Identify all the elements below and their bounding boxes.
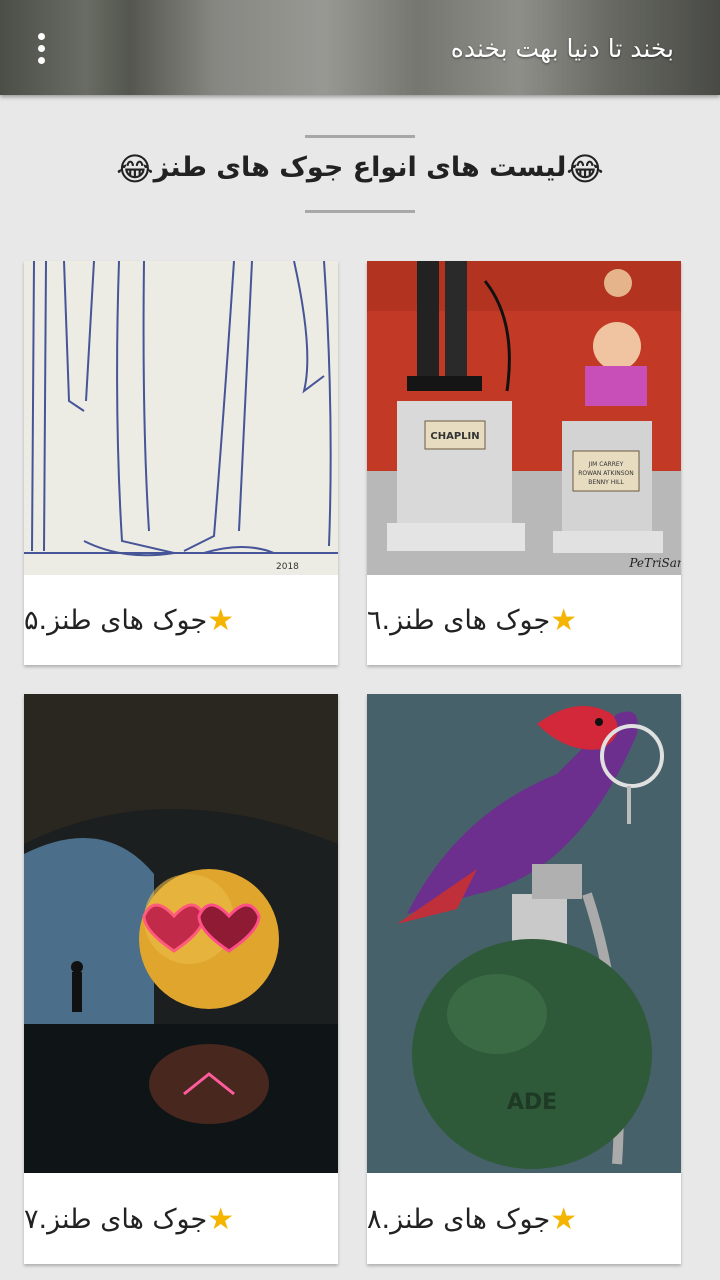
joke-card[interactable]: ADE ★ جوک های طنز.۸ <box>367 694 681 1264</box>
card-image-statues: CHAPLIN JIM CARREY ROWAN ATKINSON BENNY … <box>367 261 681 575</box>
more-menu-button[interactable] <box>24 30 58 66</box>
star-icon: ★ <box>207 602 235 638</box>
card-caption: ★ جوک های طنز.۵ <box>24 575 338 665</box>
svg-text:ROWAN ATKINSON: ROWAN ATKINSON <box>578 470 634 477</box>
joke-card[interactable]: 2018 ★ جوک های طنز.۵ <box>24 261 338 665</box>
heading-bottom-divider <box>305 210 415 213</box>
card-title: جوک های طنز.۷ <box>24 1203 208 1235</box>
star-icon: ★ <box>550 1201 578 1237</box>
card-title: جوک های طنز.٦ <box>367 604 551 636</box>
svg-text:ADE: ADE <box>507 1090 557 1115</box>
laughing-emoji-icon: 😂 <box>566 150 604 188</box>
section-heading: 😂لیست های انواع جوک های طنز😂 <box>0 150 720 188</box>
app-title: بخند تا دنیا بهت بخنده <box>450 34 674 63</box>
bird-grenade-image: ADE <box>367 694 681 1173</box>
section-heading-text: لیست های انواع جوک های طنز <box>153 152 567 183</box>
card-image-sketch: 2018 <box>24 261 338 575</box>
joke-card[interactable]: CHAPLIN JIM CARREY ROWAN ATKINSON BENNY … <box>367 261 681 665</box>
joke-card[interactable]: ★ جوک های طنز.۷ <box>24 694 338 1264</box>
heart-eyes-cave-image <box>24 694 338 1173</box>
statue-caricature-image: CHAPLIN JIM CARREY ROWAN ATKINSON BENNY … <box>367 261 681 575</box>
svg-text:2018: 2018 <box>276 562 299 572</box>
star-icon: ★ <box>550 602 578 638</box>
card-caption: ★ جوک های طنز.۷ <box>24 1174 338 1264</box>
heading-top-divider <box>305 135 415 138</box>
card-title: جوک های طنز.۵ <box>24 604 208 636</box>
more-vert-icon <box>37 32 45 40</box>
star-icon: ★ <box>207 1201 235 1237</box>
card-image-bird: ADE <box>367 694 681 1173</box>
svg-text:JIM CARREY: JIM CARREY <box>588 461 624 468</box>
card-caption: ★ جوک های طنز.۸ <box>367 1174 681 1264</box>
card-image-cave <box>24 694 338 1173</box>
svg-text:BENNY HILL: BENNY HILL <box>588 479 624 486</box>
svg-text:PeTriSan: PeTriSan <box>628 556 681 570</box>
pencil-sketch-image: 2018 <box>24 261 338 575</box>
card-caption: ★ جوک های طنز.٦ <box>367 575 681 665</box>
card-title: جوک های طنز.۸ <box>367 1203 551 1235</box>
app-bar: بخند تا دنیا بهت بخنده <box>0 0 720 95</box>
laughing-emoji-icon: 😂 <box>116 150 154 188</box>
svg-text:CHAPLIN: CHAPLIN <box>430 431 479 442</box>
